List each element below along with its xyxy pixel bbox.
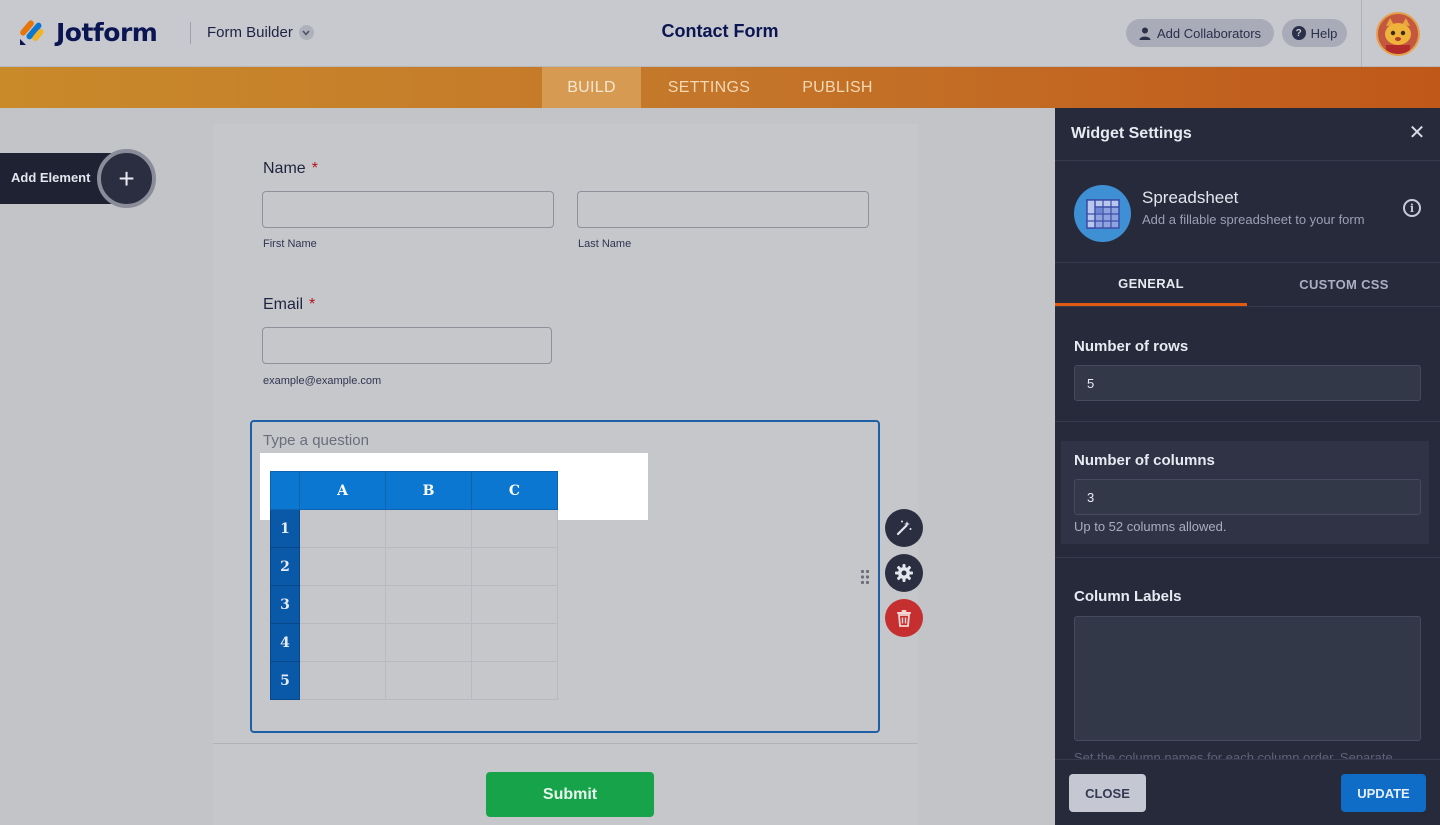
- row-header: 4: [270, 623, 300, 662]
- table-row: 4: [270, 623, 558, 662]
- help-button[interactable]: ? Help: [1282, 19, 1347, 47]
- gear-icon: [895, 564, 913, 582]
- chevron-down-icon: [298, 25, 314, 40]
- close-icon[interactable]: ✕: [1407, 123, 1427, 143]
- tab-publish[interactable]: PUBLISH: [790, 67, 885, 108]
- last-name-sublabel: Last Name: [578, 238, 632, 250]
- panel-divider: [1055, 160, 1440, 161]
- magic-wand-button[interactable]: [885, 509, 923, 547]
- top-header: Jotform Form Builder Contact Form Add Co…: [0, 0, 1440, 67]
- column-labels-label: Column Labels: [1074, 588, 1182, 605]
- widget-settings-panel: Widget Settings ✕ Spreadsheet Add a fill…: [1055, 108, 1440, 825]
- spreadsheet-cell[interactable]: [385, 509, 472, 548]
- table-row: 1: [270, 509, 558, 548]
- magic-wand-icon: [896, 520, 912, 536]
- spreadsheet-icon: [1074, 185, 1131, 242]
- add-element-button[interactable]: Add Element +: [0, 149, 156, 208]
- row-header: 2: [270, 547, 300, 586]
- panel-title: Widget Settings: [1071, 125, 1192, 142]
- plus-icon[interactable]: +: [97, 149, 156, 208]
- panel-divider: [1055, 306, 1440, 307]
- submit-button[interactable]: Submit: [486, 772, 654, 817]
- tab-general[interactable]: GENERAL: [1055, 263, 1247, 306]
- tab-settings[interactable]: SETTINGS: [654, 67, 764, 108]
- add-collaborators-button[interactable]: Add Collaborators: [1126, 19, 1274, 47]
- trash-icon: [897, 610, 911, 627]
- column-header-c: C: [471, 471, 558, 510]
- drag-handle-icon[interactable]: [860, 569, 870, 585]
- header-divider: [190, 22, 191, 44]
- settings-button[interactable]: [885, 554, 923, 592]
- columns-help: Up to 52 columns allowed.: [1074, 519, 1227, 534]
- question-placeholder[interactable]: Type a question: [263, 432, 369, 449]
- spreadsheet-cell[interactable]: [471, 661, 558, 700]
- rows-input[interactable]: 5: [1074, 365, 1421, 401]
- spreadsheet-cell[interactable]: [385, 661, 472, 700]
- tab-custom-css[interactable]: CUSTOM CSS: [1248, 263, 1440, 306]
- required-mark: *: [311, 160, 318, 177]
- email-sublabel: example@example.com: [263, 375, 382, 387]
- spreadsheet-cell[interactable]: [299, 585, 386, 624]
- spreadsheet-cell[interactable]: [471, 623, 558, 662]
- column-header-b: B: [385, 471, 472, 510]
- jotform-logo[interactable]: Jotform: [18, 17, 158, 47]
- column-labels-textarea[interactable]: [1074, 616, 1421, 741]
- spreadsheet-cell[interactable]: [299, 509, 386, 548]
- email-question-label[interactable]: Email *: [263, 296, 315, 314]
- logo-text: Jotform: [56, 17, 158, 47]
- required-mark: *: [309, 296, 316, 313]
- spreadsheet-cell[interactable]: [385, 585, 472, 624]
- email-input[interactable]: [262, 327, 552, 364]
- first-name-sublabel: First Name: [263, 238, 317, 250]
- spreadsheet-cell[interactable]: [299, 661, 386, 700]
- spreadsheet-table: A B C 1 2 3 4 5: [270, 471, 558, 700]
- header-separator: [1361, 0, 1362, 67]
- table-row: 3: [270, 585, 558, 624]
- row-header: 1: [270, 509, 300, 548]
- user-icon: [1139, 27, 1151, 40]
- help-label: Help: [1310, 25, 1338, 41]
- name-label-text: Name: [263, 160, 306, 177]
- info-icon[interactable]: i: [1403, 199, 1421, 217]
- column-header-a: A: [299, 471, 386, 510]
- update-button[interactable]: UPDATE: [1341, 774, 1426, 812]
- email-label-text: Email: [263, 296, 304, 313]
- widget-name: Spreadsheet: [1142, 188, 1239, 207]
- spreadsheet-cell[interactable]: [385, 547, 472, 586]
- form-builder-dropdown[interactable]: Form Builder: [207, 24, 314, 41]
- widget-description: Add a fillable spreadsheet to your form: [1142, 212, 1365, 227]
- avatar[interactable]: [1376, 12, 1420, 56]
- spreadsheet-cell[interactable]: [471, 509, 558, 548]
- form-builder-label: Form Builder: [207, 24, 293, 41]
- panel-divider: [1055, 557, 1440, 558]
- panel-divider: [1055, 421, 1440, 422]
- form-divider: [213, 743, 918, 744]
- delete-button[interactable]: [885, 599, 923, 637]
- rows-label: Number of rows: [1074, 338, 1189, 355]
- columns-input[interactable]: 3: [1074, 479, 1421, 515]
- spreadsheet-corner: [270, 471, 300, 510]
- form-title[interactable]: Contact Form: [620, 21, 820, 42]
- row-header: 3: [270, 585, 300, 624]
- table-row: 5: [270, 661, 558, 700]
- spreadsheet-cell[interactable]: [299, 547, 386, 586]
- table-row: 2: [270, 547, 558, 586]
- name-question-label[interactable]: Name *: [263, 160, 318, 178]
- spreadsheet-cell[interactable]: [471, 547, 558, 586]
- row-header: 5: [270, 661, 300, 700]
- jotform-logo-icon: [20, 20, 44, 45]
- close-button[interactable]: CLOSE: [1069, 774, 1146, 812]
- spreadsheet-cell[interactable]: [385, 623, 472, 662]
- panel-footer: CLOSE UPDATE: [1055, 759, 1440, 825]
- spreadsheet-cell[interactable]: [471, 585, 558, 624]
- spreadsheet-cell[interactable]: [299, 623, 386, 662]
- builder-nav: BUILD SETTINGS PUBLISH: [0, 67, 1440, 108]
- last-name-input[interactable]: [577, 191, 869, 228]
- add-collaborators-label: Add Collaborators: [1156, 25, 1262, 41]
- help-icon: ?: [1291, 26, 1306, 40]
- first-name-input[interactable]: [262, 191, 554, 228]
- columns-label: Number of columns: [1074, 452, 1215, 469]
- tab-build[interactable]: BUILD: [542, 67, 641, 108]
- add-element-label: Add Element: [11, 170, 91, 185]
